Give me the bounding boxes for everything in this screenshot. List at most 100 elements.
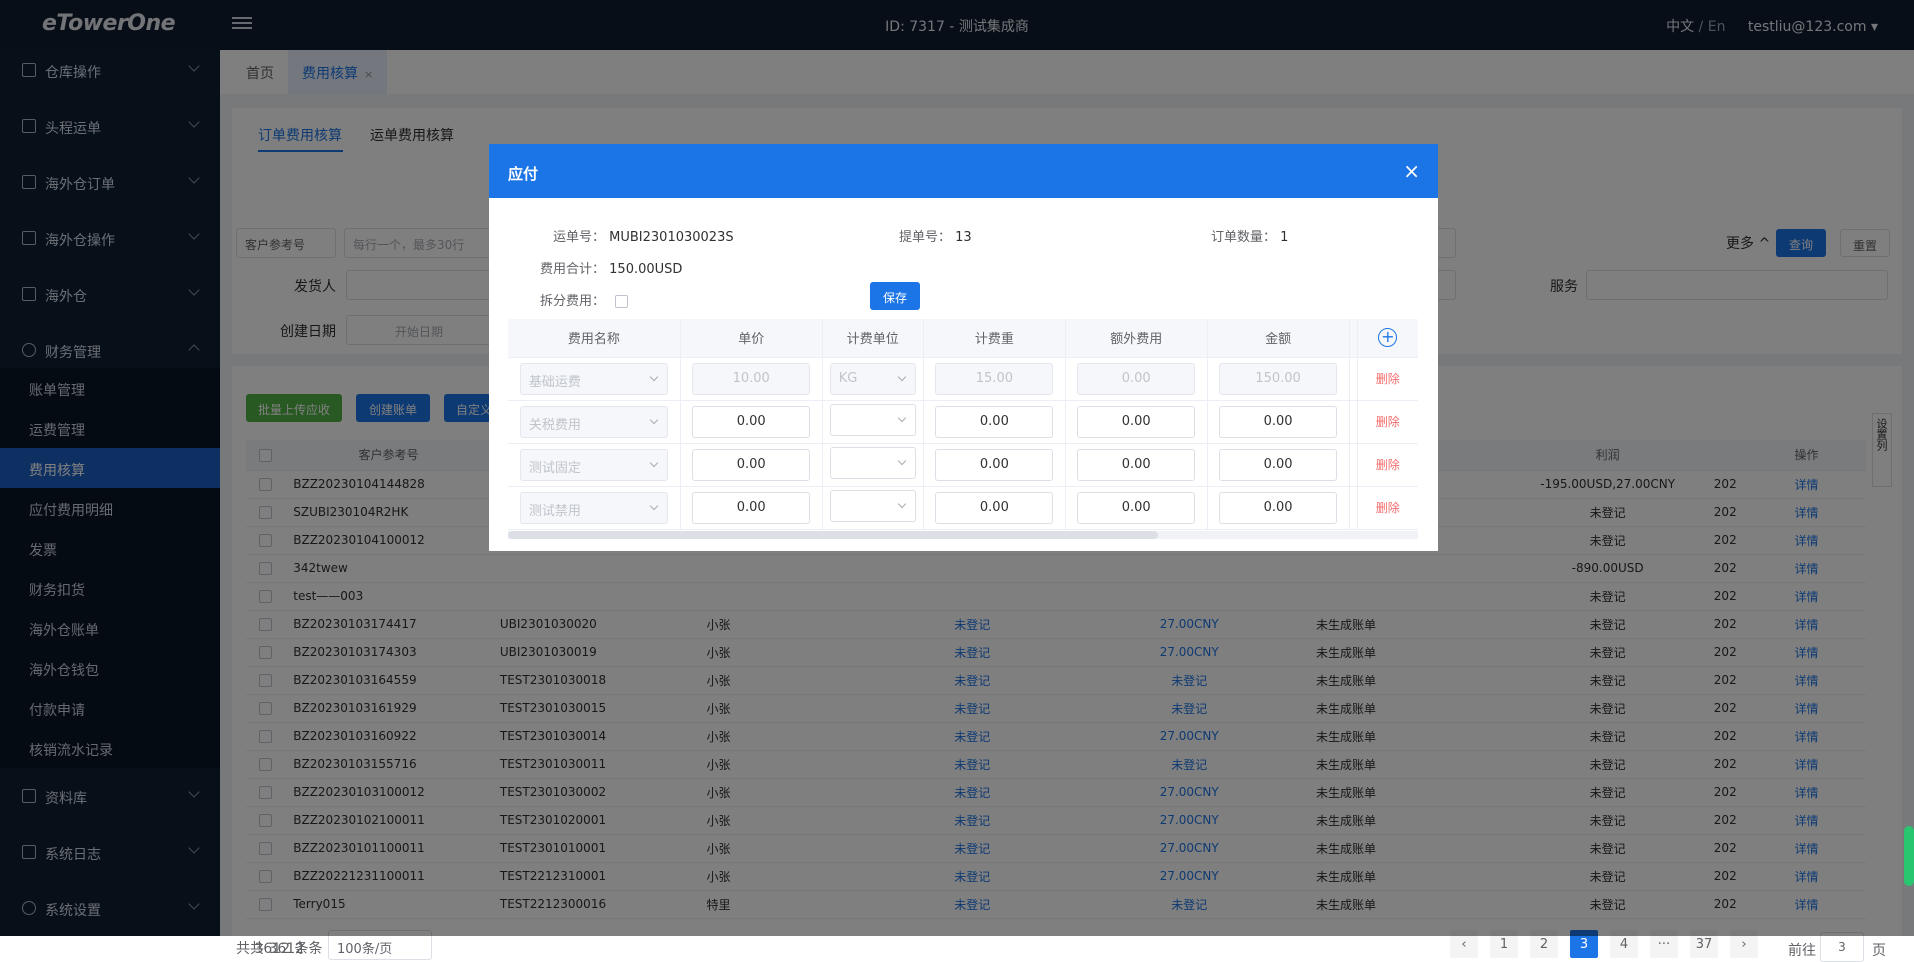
billing-weight-cell: 15.00 bbox=[923, 357, 1066, 401]
billing-unit-select[interactable] bbox=[829, 489, 916, 522]
fee-name-value: 测试固定 bbox=[528, 460, 581, 476]
scrollbar-thumb[interactable] bbox=[508, 531, 1158, 539]
action-cell: 删除 bbox=[1357, 443, 1418, 487]
spacer-cell bbox=[1349, 486, 1358, 530]
amount-input[interactable]: 0.00 bbox=[1219, 448, 1338, 481]
chevron-down-icon bbox=[649, 501, 659, 510]
unit-price-cell: 0.00 bbox=[680, 443, 823, 487]
qty-label: 订单数量： bbox=[1211, 230, 1277, 245]
save-button[interactable]: 保存 bbox=[870, 282, 920, 310]
delete-row-button[interactable]: 删除 bbox=[1376, 415, 1400, 429]
split-info: 拆分费用： bbox=[540, 290, 629, 309]
billing-unit-cell bbox=[822, 443, 924, 487]
fee-table: 费用名称 单价 计费单位 计费重 额外费用 金额 + 基础运费 10.00 KG 15… bbox=[508, 319, 1418, 530]
amount-cell: 0.00 bbox=[1207, 400, 1350, 444]
chevron-down-icon bbox=[897, 413, 907, 422]
fee-header-row: 费用名称 单价 计费单位 计费重 额外费用 金额 + bbox=[508, 319, 1418, 358]
extra-fee-input[interactable]: 0.00 bbox=[1077, 491, 1196, 524]
amount-input[interactable]: 0.00 bbox=[1219, 491, 1338, 524]
extra-fee-input[interactable]: 0.00 bbox=[1077, 405, 1196, 438]
billing-weight-input[interactable]: 0.00 bbox=[935, 491, 1054, 524]
payable-dialog: 应付 × 运单号： MUBI2301030023S 提单号： 13 订单数量： … bbox=[489, 144, 1438, 551]
qty-value: 1 bbox=[1280, 230, 1289, 245]
delete-row-button[interactable]: 删除 bbox=[1376, 372, 1400, 386]
waybill-info: 运单号： MUBI2301030023S bbox=[553, 226, 734, 245]
waybill-label: 运单号： bbox=[553, 230, 606, 245]
fee-name-cell: 测试禁用 bbox=[508, 486, 681, 530]
spacer-cell bbox=[1349, 400, 1358, 444]
unit-price-cell: 0.00 bbox=[680, 400, 823, 444]
split-label: 拆分费用： bbox=[540, 294, 606, 309]
fee-name-select[interactable]: 关税费用 bbox=[519, 405, 668, 438]
fee-row: 关税费用 0.00 0.00 0.00 0.00 删除 bbox=[508, 400, 1418, 444]
fee-name-cell: 基础运费 bbox=[508, 357, 681, 401]
col-billing-unit: 计费单位 bbox=[822, 319, 924, 358]
fee-row: 测试固定 0.00 0.00 0.00 0.00 删除 bbox=[508, 443, 1418, 487]
goto-suffix: 页 bbox=[1872, 943, 1886, 959]
total-info: 费用合计： 150.00USD bbox=[540, 258, 682, 277]
chevron-down-icon bbox=[897, 456, 907, 465]
billing-unit-cell bbox=[822, 400, 924, 444]
split-checkbox[interactable] bbox=[615, 295, 629, 308]
goto-label: 前往 bbox=[1788, 943, 1816, 959]
chevron-down-icon bbox=[897, 372, 907, 381]
amount-cell: 0.00 bbox=[1207, 486, 1350, 530]
amount-cell: 0.00 bbox=[1207, 443, 1350, 487]
billing-weight-cell: 0.00 bbox=[923, 486, 1066, 530]
billing-weight-input[interactable]: 0.00 bbox=[935, 448, 1054, 481]
fee-name-select[interactable]: 基础运费 bbox=[519, 362, 668, 395]
unit-price-input[interactable]: 0.00 bbox=[692, 448, 811, 481]
billing-unit-select[interactable] bbox=[829, 403, 916, 436]
amount-cell: 150.00 bbox=[1207, 357, 1350, 401]
goto-input[interactable]: 3 bbox=[1820, 932, 1864, 962]
billing-weight-cell: 0.00 bbox=[923, 400, 1066, 444]
bl-info: 提单号： 13 bbox=[899, 226, 972, 245]
billing-unit-select[interactable]: KG bbox=[829, 362, 916, 395]
add-row-icon[interactable]: + bbox=[1378, 328, 1398, 348]
floating-widget[interactable] bbox=[1904, 826, 1914, 886]
total-count-label: 共 3612 条 bbox=[250, 941, 323, 957]
col-amount: 金额 bbox=[1207, 319, 1350, 358]
billing-unit-cell: KG bbox=[822, 357, 924, 401]
col-fee-name: 费用名称 bbox=[508, 319, 681, 358]
col-add: + bbox=[1357, 319, 1418, 358]
fee-name-value: 基础运费 bbox=[528, 374, 581, 390]
action-cell: 删除 bbox=[1357, 357, 1418, 401]
delete-row-button[interactable]: 删除 bbox=[1376, 501, 1400, 515]
waybill-value: MUBI2301030023S bbox=[609, 230, 734, 245]
billing-unit-value: KG bbox=[838, 370, 858, 386]
col-spacer bbox=[1349, 319, 1358, 358]
horizontal-scrollbar[interactable] bbox=[508, 531, 1418, 539]
extra-fee-cell: 0.00 bbox=[1065, 443, 1208, 487]
fee-name-select[interactable]: 测试固定 bbox=[519, 448, 668, 481]
extra-fee-cell: 0.00 bbox=[1065, 400, 1208, 444]
unit-price-input[interactable]: 0.00 bbox=[692, 491, 811, 524]
total-label: 费用合计： bbox=[540, 262, 606, 277]
delete-row-button[interactable]: 删除 bbox=[1376, 458, 1400, 472]
close-icon[interactable]: × bbox=[1403, 159, 1420, 183]
billing-weight-input[interactable]: 0.00 bbox=[935, 405, 1054, 438]
billing-weight-cell: 0.00 bbox=[923, 443, 1066, 487]
extra-fee-input[interactable]: 0.00 bbox=[1077, 448, 1196, 481]
chevron-down-icon bbox=[897, 499, 907, 508]
fee-row: 基础运费 10.00 KG 15.00 0.00 150.00 删除 bbox=[508, 357, 1418, 401]
fee-name-select[interactable]: 测试禁用 bbox=[519, 491, 668, 524]
billing-weight-input[interactable]: 15.00 bbox=[935, 362, 1054, 395]
billing-unit-cell bbox=[822, 486, 924, 530]
extra-fee-cell: 0.00 bbox=[1065, 357, 1208, 401]
unit-price-cell: 0.00 bbox=[680, 486, 823, 530]
extra-fee-cell: 0.00 bbox=[1065, 486, 1208, 530]
action-cell: 删除 bbox=[1357, 400, 1418, 444]
col-extra-fee: 额外费用 bbox=[1065, 319, 1208, 358]
billing-unit-select[interactable] bbox=[829, 446, 916, 479]
amount-input[interactable]: 150.00 bbox=[1219, 362, 1338, 395]
fee-row: 测试禁用 0.00 0.00 0.00 0.00 删除 bbox=[508, 486, 1418, 530]
amount-input[interactable]: 0.00 bbox=[1219, 405, 1338, 438]
action-cell: 删除 bbox=[1357, 486, 1418, 530]
fee-name-value: 关税费用 bbox=[528, 417, 581, 433]
extra-fee-input[interactable]: 0.00 bbox=[1077, 362, 1196, 395]
unit-price-input[interactable]: 10.00 bbox=[692, 362, 811, 395]
chevron-down-icon bbox=[649, 415, 659, 424]
unit-price-input[interactable]: 0.00 bbox=[692, 405, 811, 438]
spacer-cell bbox=[1349, 443, 1358, 487]
